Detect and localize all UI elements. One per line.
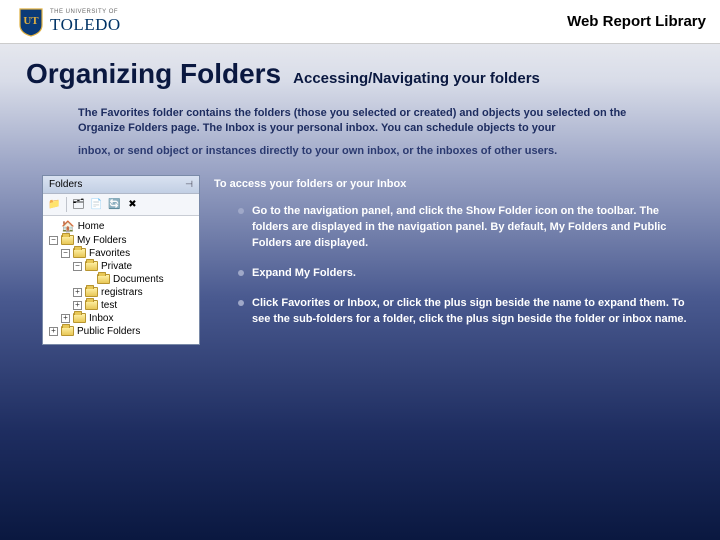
page-subtitle: Accessing/Navigating your folders <box>293 70 540 87</box>
expand-icon[interactable]: + <box>61 314 70 323</box>
folder-icon <box>61 326 74 336</box>
instructions: To access your folders or your Inbox Go … <box>214 175 690 343</box>
panel-title-text: Folders <box>49 179 82 190</box>
expand-icon[interactable]: + <box>49 327 58 336</box>
folder-tree: 🏠 Home − My Folders − Favorites − Privat… <box>43 216 199 344</box>
collapse-icon[interactable]: − <box>73 262 82 271</box>
instructions-heading: To access your folders or your Inbox <box>214 177 690 193</box>
collapse-icon[interactable]: − <box>61 249 70 258</box>
expand-icon[interactable]: + <box>73 301 82 310</box>
collapse-icon[interactable]: − <box>49 236 58 245</box>
content-row: Folders ⊣ 📁 🗂 📄 🔄 ✖ 🏠 Home − My Folders <box>0 167 720 345</box>
intro-p1: The Favorites folder contains the folder… <box>78 106 650 136</box>
panel-titlebar: Folders ⊣ <box>43 176 199 194</box>
intro-text: The Favorites folder contains the folder… <box>0 100 720 159</box>
folder-icon <box>61 235 74 245</box>
logo-name: TOLEDO <box>50 15 121 35</box>
delete-icon[interactable]: ✖ <box>125 197 140 212</box>
tree-inbox[interactable]: + Inbox <box>45 312 197 325</box>
instruction-item: Click Favorites or Inbox, or click the p… <box>238 296 690 328</box>
folder-icon <box>73 248 86 258</box>
header: UT THE UNIVERSITY OF TOLEDO Web Report L… <box>0 0 720 44</box>
panel-toolbar: 📁 🗂 📄 🔄 ✖ <box>43 194 199 216</box>
folder-icon <box>85 261 98 271</box>
instruction-list: Go to the navigation panel, and click th… <box>214 204 690 328</box>
folders-panel: Folders ⊣ 📁 🗂 📄 🔄 ✖ 🏠 Home − My Folders <box>42 175 200 345</box>
new-folder-icon[interactable]: 📁 <box>47 197 62 212</box>
folder-icon <box>85 287 98 297</box>
tree-favorites[interactable]: − Favorites <box>45 247 197 260</box>
tree-myfolders[interactable]: − My Folders <box>45 234 197 247</box>
shield-icon: UT <box>18 7 44 37</box>
tree-registrars[interactable]: + registrars <box>45 286 197 299</box>
header-title: Web Report Library <box>567 13 706 30</box>
tree-documents[interactable]: Documents <box>45 273 197 286</box>
intro-p2: inbox, or send object or instances direc… <box>78 144 650 159</box>
home-icon: 🏠 <box>61 220 75 233</box>
folder-icon <box>85 300 98 310</box>
tool-icon-2[interactable]: 📄 <box>89 197 104 212</box>
folder-icon <box>97 274 110 284</box>
logo: UT THE UNIVERSITY OF TOLEDO <box>18 7 121 37</box>
title-row: Organizing Folders Accessing/Navigating … <box>0 44 720 100</box>
tree-test[interactable]: + test <box>45 299 197 312</box>
svg-text:UT: UT <box>23 15 39 27</box>
tool-icon-1[interactable]: 🗂 <box>71 197 86 212</box>
tree-private[interactable]: − Private <box>45 260 197 273</box>
expand-icon[interactable]: + <box>73 288 82 297</box>
tree-home[interactable]: 🏠 Home <box>45 219 197 234</box>
page-title: Organizing Folders <box>26 58 281 90</box>
folder-icon <box>73 313 86 323</box>
instruction-item: Expand My Folders. <box>238 266 690 282</box>
instruction-item: Go to the navigation panel, and click th… <box>238 204 690 252</box>
refresh-icon[interactable]: 🔄 <box>107 197 122 212</box>
logo-text: THE UNIVERSITY OF TOLEDO <box>50 9 121 35</box>
tree-public[interactable]: + Public Folders <box>45 325 197 338</box>
pin-icon[interactable]: ⊣ <box>185 179 193 190</box>
toolbar-sep <box>66 197 67 212</box>
